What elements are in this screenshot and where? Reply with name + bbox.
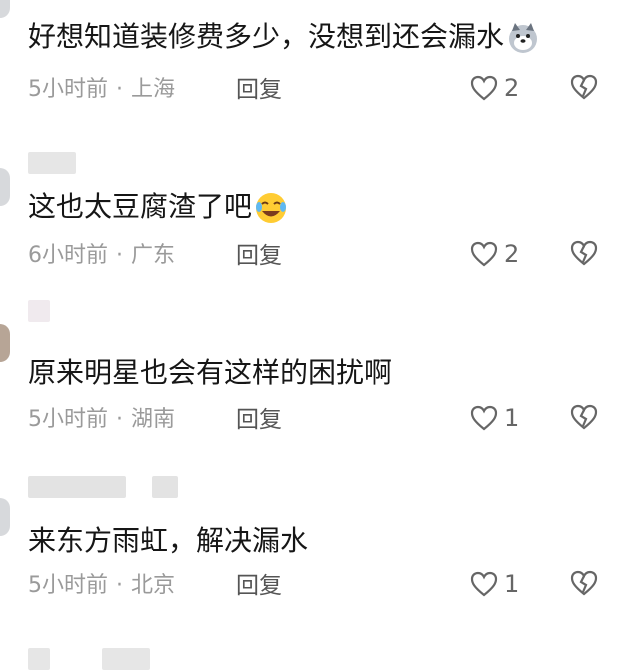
like-button[interactable]: 2 xyxy=(470,240,519,268)
broken-heart-icon xyxy=(570,570,598,596)
comment-text: 这也太豆腐渣了吧 xyxy=(28,190,288,225)
username-blurred[interactable] xyxy=(28,648,50,670)
comment-body: 来东方雨虹，解决漏水 xyxy=(28,524,309,557)
meta-separator: · xyxy=(116,77,123,102)
comment-item: 这也太豆腐渣了吧 6小时前 · 广东 回复 2 xyxy=(0,140,640,290)
avatar[interactable] xyxy=(0,0,10,18)
comment-meta: 5小时前 · 北京 xyxy=(28,572,175,600)
broken-heart-icon xyxy=(570,404,598,430)
comment-location: 上海 xyxy=(131,77,176,102)
heart-icon xyxy=(470,241,498,267)
comment-item: 来东方雨虹，解决漏水 5小时前 · 北京 回复 1 xyxy=(0,470,640,630)
username-blurred[interactable] xyxy=(28,152,76,174)
dislike-button[interactable] xyxy=(570,404,598,434)
like-count: 1 xyxy=(504,570,520,598)
heart-icon xyxy=(470,405,498,431)
comment-item: 原来明星也会有这样的困扰啊 5小时前 · 湖南 回复 1 xyxy=(0,300,640,460)
meta-separator: · xyxy=(116,407,123,432)
meta-separator: · xyxy=(116,243,123,268)
avatar[interactable] xyxy=(0,168,10,206)
comment-meta: 6小时前 · 广东 xyxy=(28,242,175,270)
avatar[interactable] xyxy=(0,324,10,362)
comment-time: 5小时前 xyxy=(28,407,108,432)
like-button[interactable]: 2 xyxy=(470,74,519,102)
like-count: 2 xyxy=(504,240,520,268)
dislike-button[interactable] xyxy=(570,240,598,270)
comment-location: 北京 xyxy=(131,573,176,598)
comment-text: 来东方雨虹，解决漏水 xyxy=(28,524,308,558)
comment-time: 5小时前 xyxy=(28,573,108,598)
dislike-button[interactable] xyxy=(570,74,598,104)
laugh-cry-emoji-icon xyxy=(256,193,287,223)
broken-heart-icon xyxy=(570,74,598,100)
like-count: 1 xyxy=(504,404,520,432)
reply-button[interactable]: 回复 xyxy=(236,572,282,600)
comment-meta: 5小时前 · 湖南 xyxy=(28,406,175,434)
comment-body: 好想知道装修费多少，没想到还会漏水 xyxy=(28,20,505,53)
comment-item: 好想知道装修费多少，没想到还会漏水 5小时前 · 上海 回复 2 xyxy=(0,0,640,130)
comment-text: 原来明星也会有这样的困扰啊 xyxy=(28,356,392,390)
comment-location: 广东 xyxy=(131,243,176,268)
comment-body: 这也太豆腐渣了吧 xyxy=(28,190,253,223)
comment-text: 好想知道装修费多少，没想到还会漏水 xyxy=(28,20,540,55)
comment-time: 6小时前 xyxy=(28,243,108,268)
comment-body: 原来明星也会有这样的困扰啊 xyxy=(28,356,393,389)
username-blurred[interactable] xyxy=(28,300,50,322)
meta-separator: · xyxy=(116,573,123,598)
dislike-button[interactable] xyxy=(570,570,598,600)
dog-emoji-icon xyxy=(509,23,538,53)
comment-location: 湖南 xyxy=(131,407,176,432)
like-button[interactable]: 1 xyxy=(470,570,519,598)
heart-icon xyxy=(470,75,498,101)
username-blurred[interactable] xyxy=(152,476,178,498)
broken-heart-icon xyxy=(570,240,598,266)
comment-meta: 5小时前 · 上海 xyxy=(28,76,175,104)
username-blurred[interactable] xyxy=(28,476,126,498)
heart-icon xyxy=(470,571,498,597)
reply-button[interactable]: 回复 xyxy=(236,406,282,434)
like-count: 2 xyxy=(504,74,520,102)
reply-button[interactable]: 回复 xyxy=(236,242,282,270)
reply-button[interactable]: 回复 xyxy=(236,76,282,104)
comment-time: 5小时前 xyxy=(28,77,108,102)
username-blurred[interactable] xyxy=(102,648,150,670)
like-button[interactable]: 1 xyxy=(470,404,519,432)
avatar[interactable] xyxy=(0,498,10,536)
